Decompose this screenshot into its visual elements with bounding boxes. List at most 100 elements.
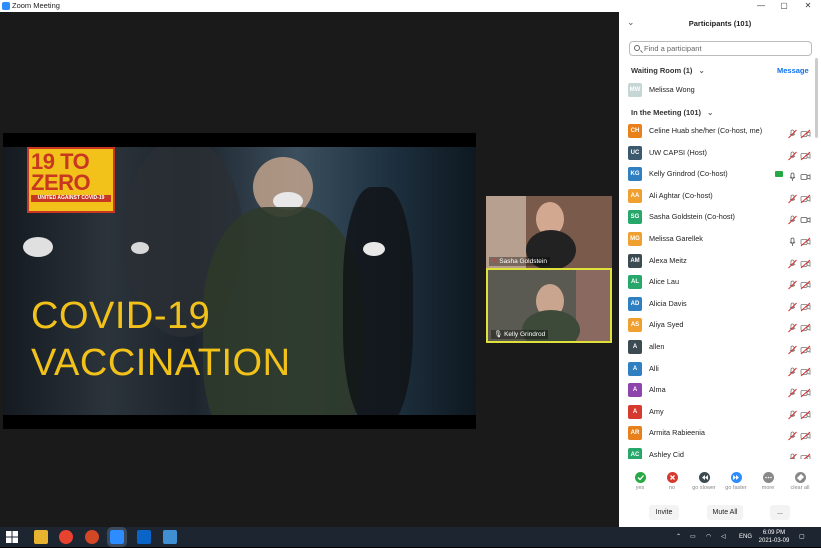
language-indicator[interactable]: ENG [739, 527, 752, 547]
zoom-app-icon [2, 2, 10, 10]
check-icon [634, 472, 646, 483]
participant-row[interactable]: SG Sasha Goldstein (Co-host) [619, 206, 814, 228]
eraser-icon [794, 472, 806, 483]
file-explorer-icon[interactable] [34, 530, 48, 544]
invite-button[interactable]: Invite [649, 505, 679, 520]
waiting-room-header[interactable]: Waiting Room (1) ⌄ [631, 66, 705, 75]
scrollbar-thumb[interactable] [815, 58, 818, 138]
participant-row[interactable]: A Alma [619, 379, 814, 401]
tray-chevron-icon[interactable]: ⌃ [676, 527, 681, 547]
reaction-go-slower-button[interactable]: go slower [688, 472, 720, 491]
video-off-icon[interactable] [800, 428, 811, 441]
mic-icon: 🎙 [494, 331, 503, 338]
message-button[interactable]: Message [777, 66, 809, 75]
mic-muted-icon[interactable] [787, 212, 798, 225]
mic-muted-icon[interactable] [787, 450, 798, 459]
reaction-more-button[interactable]: more [752, 472, 784, 491]
rewind-icon [698, 472, 710, 483]
participant-list[interactable]: CH Celine Huab she/her (Co-host, me) UC UW … [619, 120, 814, 459]
in-meeting-header[interactable]: In the Meeting (101) ⌄ [631, 108, 713, 117]
video-off-icon[interactable] [800, 234, 811, 247]
more-options-button[interactable]: ... [770, 505, 790, 520]
mic-muted-icon[interactable] [787, 342, 798, 355]
participant-row[interactable]: MG Melissa Garellek [619, 228, 814, 250]
participant-row[interactable]: AD Alicia Davis [619, 293, 814, 315]
video-off-icon[interactable] [800, 407, 811, 420]
mic-muted-icon[interactable] [787, 407, 798, 420]
video-off-icon[interactable] [800, 299, 811, 312]
participant-row[interactable]: CH Celine Huab she/her (Co-host, me) [619, 120, 814, 142]
chevron-down-icon: ⌄ [698, 66, 705, 75]
battery-icon[interactable]: ▭ [690, 527, 696, 547]
participant-row[interactable]: A Amy [619, 401, 814, 423]
clock[interactable]: 6:09 PM 2021-03-09 [754, 529, 794, 545]
reaction-no-button[interactable]: no [656, 472, 688, 491]
video-off-icon[interactable] [800, 385, 811, 398]
video-icon[interactable] [800, 212, 811, 224]
avatar: A [628, 383, 642, 398]
participant-name: Kelly Grindrod (Co-host) [649, 169, 728, 179]
video-off-icon[interactable] [800, 256, 811, 268]
windows-taskbar: ⌃ ▭ ◠ ◁ ENG 6:09 PM 2021-03-09 ▢ [0, 527, 821, 547]
video-off-icon[interactable] [800, 342, 811, 355]
start-windows-icon[interactable] [6, 530, 20, 544]
volume-icon[interactable]: ◁ [721, 527, 726, 547]
participant-row[interactable]: AM Alexa Meitz [619, 250, 814, 272]
participant-name: Ali Aghtar (Co-host) [649, 190, 713, 200]
mic-muted-icon[interactable] [787, 277, 798, 290]
powerpoint-icon[interactable] [85, 530, 99, 544]
notifications-icon[interactable]: ▢ [799, 527, 805, 547]
mic-muted-icon[interactable] [787, 428, 798, 441]
zoom-taskbar-icon[interactable] [107, 527, 127, 547]
reaction-go-faster-button[interactable]: go faster [720, 472, 752, 491]
video-off-icon[interactable] [800, 126, 811, 139]
mask-shape-4 [131, 242, 149, 254]
avatar: A [628, 339, 642, 354]
mic-muted-icon[interactable] [787, 299, 798, 312]
mic-muted-icon[interactable] [787, 385, 798, 398]
video-tile-sasha[interactable]: ✎ Sasha Goldstein [486, 196, 612, 268]
waiting-participant-row[interactable]: MW Melissa Wong [619, 79, 814, 101]
participant-row[interactable]: KG Kelly Grindrod (Co-host) [619, 163, 814, 185]
chrome-icon[interactable] [59, 530, 73, 544]
tile-name-label: ✎ Sasha Goldstein [489, 257, 550, 266]
participant-row[interactable]: AC Ashley Cid [619, 444, 814, 459]
video-off-icon[interactable] [800, 191, 811, 204]
participant-scrollbar[interactable] [814, 58, 819, 458]
video-off-icon[interactable] [800, 148, 811, 160]
mic-muted-icon[interactable] [787, 364, 798, 376]
mic-icon[interactable] [787, 169, 798, 182]
slide-heading-line2: VACCINATION [31, 342, 291, 384]
participant-search-input[interactable]: Find a participant [629, 41, 812, 56]
reaction-yes-button[interactable]: yes [624, 472, 656, 491]
minimize-button[interactable]: — [749, 0, 773, 12]
mic-muted-icon[interactable] [787, 148, 798, 160]
outlook-icon[interactable] [137, 530, 151, 544]
maximize-button[interactable]: ▢ [772, 0, 796, 12]
participant-row[interactable]: AL Alice Lau [619, 271, 814, 293]
participant-row[interactable]: A Alli [619, 358, 814, 380]
mic-icon[interactable] [787, 234, 798, 246]
participant-row[interactable]: AA Ali Aghtar (Co-host) [619, 185, 814, 207]
video-tile-kelly[interactable]: 🎙 Kelly Grindrod [486, 268, 612, 343]
19-to-zero-logo: 19 TO ZERO UNITED AGAINST COVID-19 [27, 147, 115, 213]
mic-muted-icon[interactable] [787, 256, 798, 268]
video-off-icon[interactable] [800, 277, 811, 290]
reaction-clear-all-button[interactable]: clear all [784, 472, 816, 491]
participant-row[interactable]: Aallen [619, 336, 814, 358]
wifi-icon[interactable]: ◠ [706, 527, 711, 547]
video-off-icon[interactable] [800, 364, 811, 376]
mic-muted-icon[interactable] [787, 191, 798, 204]
photos-icon[interactable] [163, 530, 177, 544]
meeting-stage: 19 TO ZERO UNITED AGAINST COVID-19 COVID… [0, 12, 619, 527]
participant-row[interactable]: AR Armita Rabieenia [619, 422, 814, 444]
participant-row[interactable]: UC UW CAPSI (Host) [619, 142, 814, 164]
mic-muted-icon[interactable] [787, 320, 798, 333]
mic-muted-icon[interactable] [787, 126, 798, 139]
video-icon[interactable] [800, 169, 811, 181]
video-off-icon[interactable] [800, 450, 811, 459]
video-off-icon[interactable] [800, 320, 811, 333]
participant-row[interactable]: AS Aliya Syed [619, 314, 814, 336]
mute-all-button[interactable]: Mute All [707, 505, 743, 520]
close-button[interactable]: ✕ [796, 0, 820, 12]
